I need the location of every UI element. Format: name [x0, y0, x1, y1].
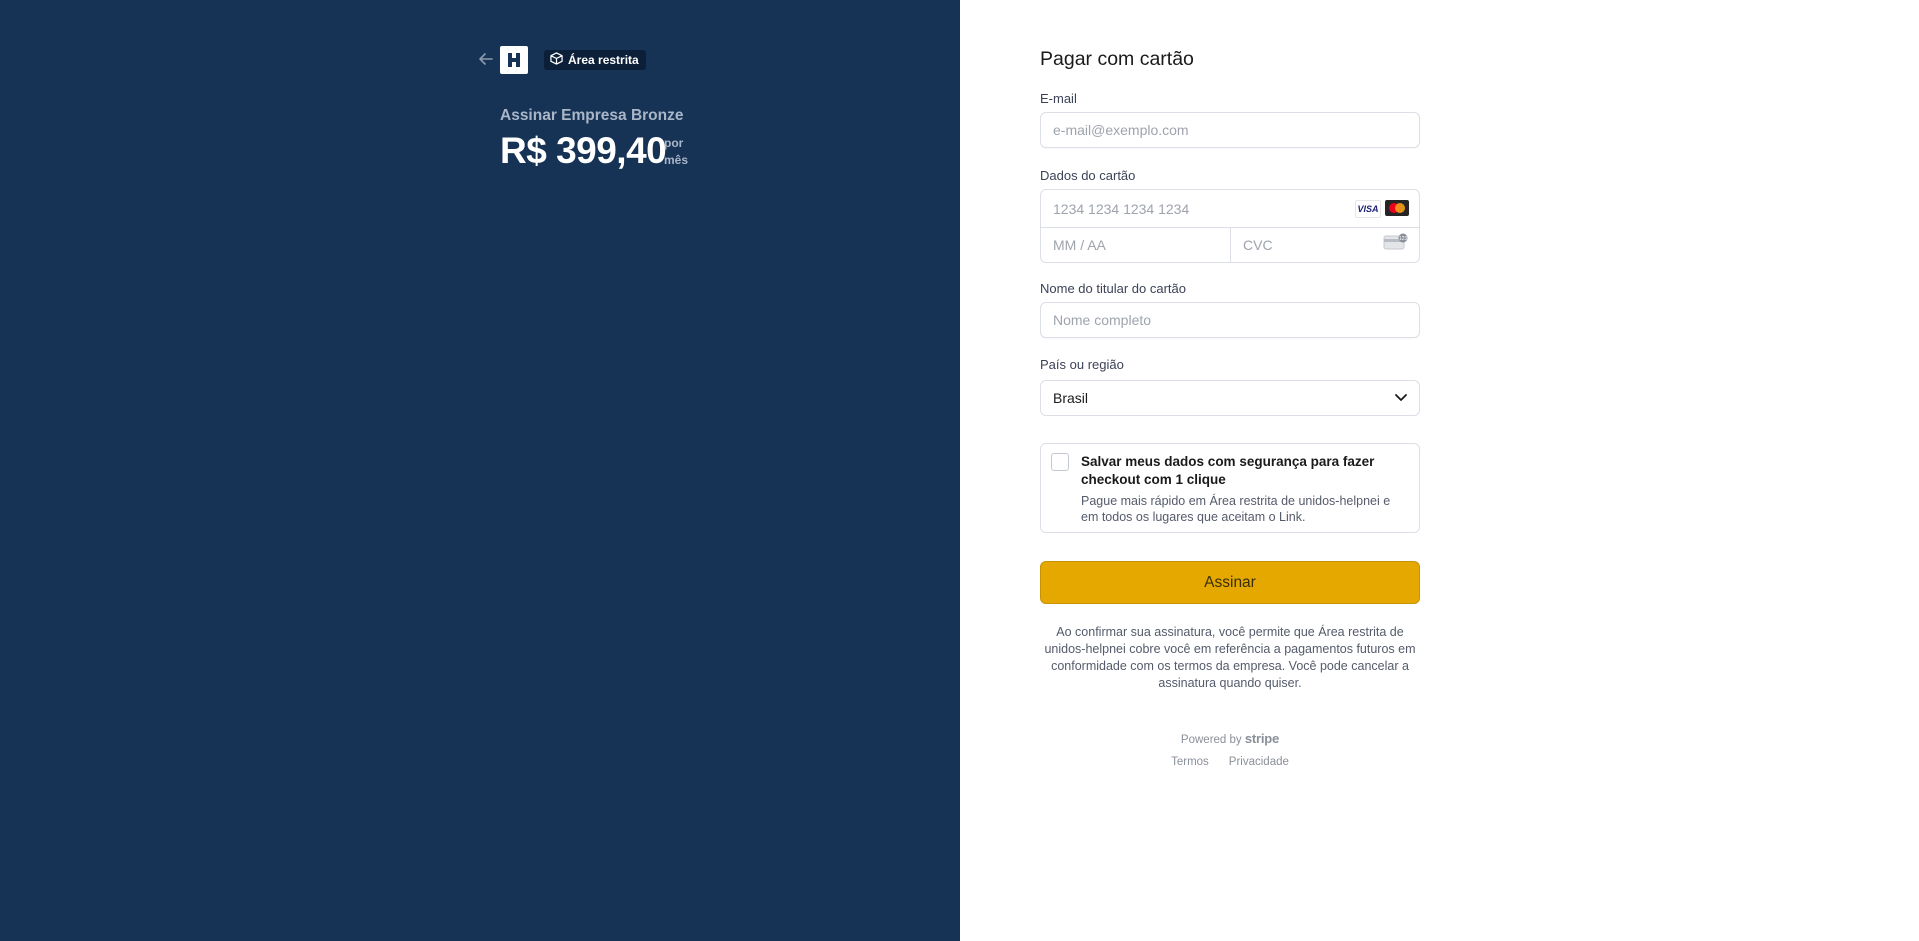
badge-label: Área restrita [568, 53, 639, 67]
restricted-area-badge: Área restrita [544, 50, 646, 70]
card-number-row: VISA [1041, 190, 1419, 228]
expiry-input[interactable] [1041, 227, 1181, 262]
stripe-logo: stripe [1244, 731, 1280, 746]
cvc-input[interactable] [1231, 227, 1371, 262]
expiry-cell [1041, 227, 1231, 262]
card-brands: VISA [1355, 200, 1409, 218]
save-info-checkbox[interactable] [1051, 453, 1069, 471]
billing-period: por mês [664, 135, 688, 169]
footer-links: Termos Privacidade [1040, 756, 1420, 768]
product-name: Assinar Empresa Bronze [500, 107, 684, 124]
period-line-2: mês [664, 153, 689, 167]
legal-text: Ao confirmar sua assinatura, você permit… [1044, 625, 1416, 690]
product-price: R$ 399,40 [500, 130, 667, 171]
email-field-wrapper [1040, 112, 1420, 148]
company-logo[interactable] [500, 46, 528, 74]
cardholder-name-wrapper [1040, 302, 1420, 338]
product-summary-panel: Área restrita Assinar Empresa Bronze R$ … [0, 0, 960, 941]
email-input[interactable] [1041, 113, 1419, 147]
privacy-link[interactable]: Privacidade [1229, 756, 1289, 768]
form-title: Pagar com cartão [1040, 48, 1194, 70]
cardholder-name-input[interactable] [1041, 303, 1419, 337]
terms-link[interactable]: Termos [1171, 756, 1209, 768]
chevron-down-icon [1395, 394, 1407, 401]
email-label: E-mail [1040, 91, 1077, 106]
country-value: Brasil [1053, 390, 1089, 406]
card-details-group: VISA 123 [1040, 189, 1420, 263]
powered-by[interactable]: Powered by stripe [1040, 731, 1420, 746]
cube-icon [550, 52, 563, 68]
card-cvc-icon: 123 [1383, 233, 1408, 250]
save-info-box: Salvar meus dados com segurança para faz… [1040, 443, 1420, 533]
country-label: País ou região [1040, 357, 1124, 372]
mastercard-icon [1385, 200, 1409, 216]
visa-icon: VISA [1355, 200, 1381, 218]
svg-text:123: 123 [1399, 236, 1408, 242]
period-line-1: por [664, 136, 684, 150]
cardholder-name-label: Nome do titular do cartão [1040, 281, 1186, 296]
powered-prefix: Powered by [1180, 734, 1242, 746]
back-arrow-icon[interactable] [476, 49, 496, 69]
subscribe-button[interactable]: Assinar [1040, 561, 1420, 604]
save-info-title: Salvar meus dados com segurança para faz… [1081, 454, 1375, 487]
card-label: Dados do cartão [1040, 168, 1136, 183]
card-number-input[interactable] [1041, 190, 1341, 227]
cvc-cell: 123 [1231, 227, 1419, 262]
save-info-description: Pague mais rápido em Área restrita de un… [1081, 494, 1391, 524]
country-select[interactable]: Brasil [1040, 380, 1420, 416]
